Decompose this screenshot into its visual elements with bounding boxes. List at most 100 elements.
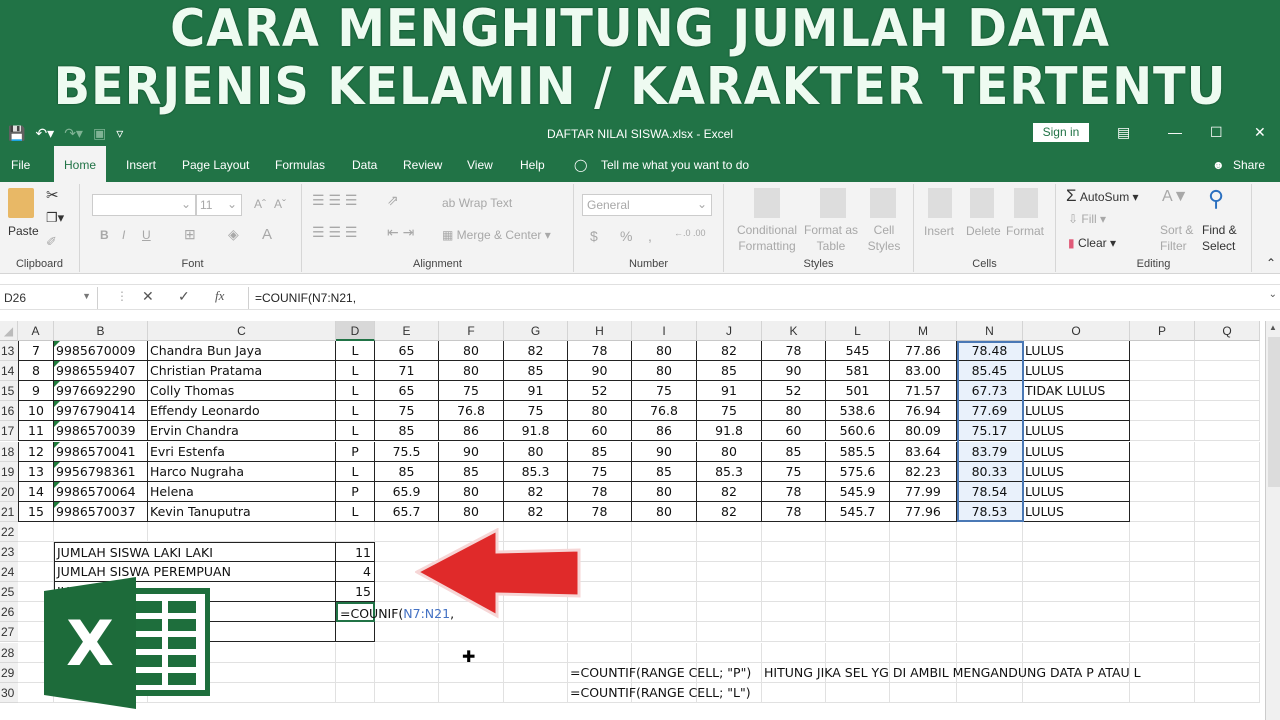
cancel-icon[interactable]: ✕ [142,288,154,305]
grid-cell[interactable] [1023,521,1130,542]
table-cell[interactable]: 91 [697,381,762,402]
grid-cell[interactable] [1130,361,1195,382]
table-cell[interactable]: 575.6 [826,461,890,482]
row-header-16[interactable]: 16 [0,401,18,422]
grid-cell[interactable] [1130,562,1195,583]
table-cell[interactable]: 91 [504,381,568,402]
save-icon[interactable]: 💾 [8,125,25,142]
bold-button[interactable]: B [100,228,109,242]
grid-cell[interactable] [826,642,890,663]
table-cell[interactable]: 78.48 [957,341,1023,361]
grid-cell[interactable] [1023,642,1130,663]
fill-color-icon[interactable]: ◈ [228,226,239,243]
copy-icon[interactable]: ❐▾ [46,210,64,226]
table-cell[interactable]: 67.73 [957,381,1023,402]
table-cell[interactable]: 9976692290 [54,381,148,402]
table-cell[interactable]: 91.8 [504,421,568,442]
grid-cell[interactable] [957,682,1023,703]
table-cell[interactable]: TIDAK LULUS [1023,381,1130,402]
table-cell[interactable]: 9986570064 [54,481,148,502]
row-header-14[interactable]: 14 [0,361,18,382]
grid-cell[interactable] [957,642,1023,663]
grid-cell[interactable] [1195,361,1260,382]
table-cell[interactable]: 71.57 [890,381,957,402]
table-cell[interactable]: L [336,501,375,522]
table-cell[interactable]: 85 [375,421,439,442]
table-cell[interactable]: 76.8 [632,401,697,422]
table-cell[interactable]: 80 [439,481,504,502]
grid-cell[interactable] [826,562,890,583]
number-format-dropdown[interactable]: General ⌄ [582,194,712,216]
share-icon[interactable]: ☻ [1212,146,1225,182]
table-cell[interactable]: 10 [18,401,54,422]
table-cell[interactable]: 501 [826,381,890,402]
grid-cell[interactable] [375,662,439,683]
grid-cell[interactable] [1023,542,1130,562]
column-header-j[interactable]: J [697,321,762,341]
grid-cell[interactable] [1195,562,1260,583]
grid-cell[interactable] [697,622,762,643]
grid-cell[interactable] [957,542,1023,562]
grid-cell[interactable] [1195,501,1260,522]
row-header-29[interactable]: 29 [0,662,18,683]
row-header-18[interactable]: 18 [0,441,18,462]
fill-button[interactable]: ⇩ Fill ▾ [1068,212,1106,226]
column-header-o[interactable]: O [1023,321,1130,341]
table-cell[interactable]: 77.96 [890,501,957,522]
column-header-q[interactable]: Q [1195,321,1260,341]
table-cell[interactable]: 75 [632,381,697,402]
table-cell[interactable]: 85 [375,461,439,482]
enter-icon[interactable]: ✓ [178,288,190,305]
grid-cell[interactable] [1130,521,1195,542]
table-cell[interactable]: 560.6 [826,421,890,442]
table-cell[interactable]: LULUS [1023,501,1130,522]
grid-cell[interactable] [1195,542,1260,562]
grid-cell[interactable] [336,521,375,542]
table-cell[interactable]: 538.6 [826,401,890,422]
row-header-30[interactable]: 30 [0,682,18,703]
table-cell[interactable]: L [336,341,375,361]
table-cell[interactable]: 80.33 [957,461,1023,482]
align-left-icon[interactable]: ☰ ☰ ☰ [312,224,357,241]
grid-cell[interactable] [1130,481,1195,502]
grid-cell[interactable] [1195,461,1260,482]
grid-cell[interactable] [439,682,504,703]
table-cell[interactable]: P [336,481,375,502]
grid-cell[interactable] [957,582,1023,603]
note-formula-l[interactable]: =COUNTIF(RANGE CELL; "L") [568,683,751,703]
font-color-icon[interactable]: A [262,226,272,243]
row-header-20[interactable]: 20 [0,481,18,502]
column-header-l[interactable]: L [826,321,890,341]
grid-cell[interactable] [54,521,148,542]
grid-cell[interactable] [1195,602,1260,623]
table-cell[interactable]: 83.79 [957,441,1023,462]
grid-cell[interactable] [890,622,957,643]
table-cell[interactable]: 78 [762,341,826,361]
font-size-dropdown[interactable]: 11 ⌄ [196,194,242,216]
table-cell[interactable]: 60 [568,421,632,442]
table-cell[interactable]: Effendy Leonardo [148,401,336,422]
grid-cell[interactable] [632,562,697,583]
select-all-corner[interactable]: ◢ [0,321,18,341]
table-cell[interactable]: 65 [375,341,439,361]
grid-cell[interactable] [632,521,697,542]
column-header-c[interactable]: C [148,321,336,341]
italic-button[interactable]: I [122,228,125,242]
column-header-n[interactable]: N [957,321,1023,341]
table-cell[interactable]: 78 [568,481,632,502]
grid-cell[interactable] [439,622,504,643]
formula-input[interactable]: =COUNIF(N7:N21, [248,287,1266,309]
grid-cell[interactable] [1130,582,1195,603]
row-header-13[interactable]: 13 [0,341,18,361]
table-cell[interactable]: 9956798361 [54,461,148,482]
active-cell-d26[interactable]: =COUNIF(N7:N21, [336,602,454,623]
column-header-i[interactable]: I [632,321,697,341]
paste-icon[interactable] [8,188,34,218]
table-cell[interactable]: 13 [18,461,54,482]
table-cell[interactable]: 75.5 [375,441,439,462]
table-cell[interactable]: L [336,361,375,382]
table-cell[interactable]: Chandra Bun Jaya [148,341,336,361]
grid-cell[interactable] [697,521,762,542]
grid-cell[interactable] [890,521,957,542]
tab-review[interactable]: Review [403,146,442,182]
